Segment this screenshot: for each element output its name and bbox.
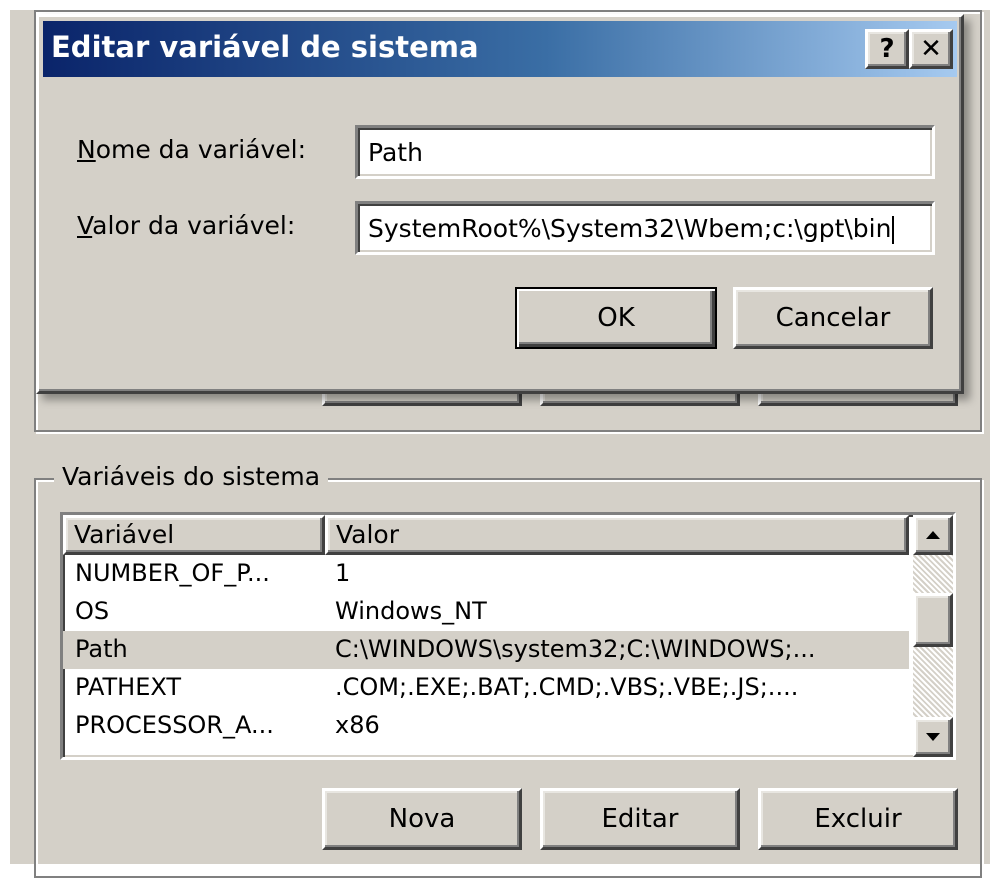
delete-variable-button[interactable]: Excluir xyxy=(758,788,958,850)
list-rows: NUMBER_OF_P... 1 OS Windows_NT Path C:\W… xyxy=(63,555,909,745)
variable-name-input[interactable]: Path xyxy=(355,125,935,179)
scroll-thumb[interactable] xyxy=(913,593,953,647)
list-item-selected[interactable]: Path C:\WINDOWS\system32;C:\WINDOWS;... xyxy=(63,631,909,669)
arrow-down-icon xyxy=(926,733,940,741)
value-label-rest: alor da variável: xyxy=(92,211,296,240)
arrow-up-icon xyxy=(926,531,940,539)
edit-variable-button[interactable]: Editar xyxy=(540,788,740,850)
row-variable-name: PATHEXT xyxy=(75,673,182,701)
list-item[interactable]: OS Windows_NT xyxy=(63,593,909,631)
name-label-rest: ome da variável: xyxy=(95,135,307,164)
list-item[interactable]: PATHEXT .COM;.EXE;.BAT;.CMD;.VBS;.VBE;.J… xyxy=(63,669,909,707)
scroll-up-button[interactable] xyxy=(913,515,953,555)
name-label-accel: N xyxy=(77,135,96,164)
list-item[interactable]: PROCESSOR_A... x86 xyxy=(63,707,909,745)
scroll-down-button[interactable] xyxy=(913,717,953,757)
close-icon: ✕ xyxy=(920,34,942,64)
dialog-title-bar[interactable]: Editar variável de sistema ? ✕ xyxy=(43,21,957,77)
value-label-accel: V xyxy=(77,211,93,240)
row-variable-name: PROCESSOR_A... xyxy=(75,711,274,739)
row-variable-name: OS xyxy=(75,597,110,625)
help-button[interactable]: ? xyxy=(865,29,909,69)
cancel-button[interactable]: Cancelar xyxy=(733,287,933,349)
list-item[interactable]: NUMBER_OF_P... 1 xyxy=(63,555,909,593)
text-caret xyxy=(892,216,895,244)
variable-value-label: Valor da variável: xyxy=(77,211,295,240)
system-variables-list[interactable]: Variável Valor NUMBER_OF_P... 1 OS Windo… xyxy=(60,512,956,760)
variable-value-text: SystemRoot%\System32\Wbem;c:\gpt\bin xyxy=(368,214,892,243)
system-variables-title: Variáveis do sistema xyxy=(54,462,329,491)
row-variable-value: x86 xyxy=(335,711,380,739)
close-button[interactable]: ✕ xyxy=(909,29,953,69)
list-scrollbar[interactable] xyxy=(913,515,953,757)
new-variable-button[interactable]: Nova xyxy=(322,788,522,850)
list-header: Variável Valor xyxy=(63,515,909,555)
help-icon: ? xyxy=(879,34,895,64)
row-variable-value: .COM;.EXE;.BAT;.CMD;.VBS;.VBE;.JS;.... xyxy=(335,673,799,701)
ok-button[interactable]: OK xyxy=(515,287,717,349)
dialog-title: Editar variável de sistema xyxy=(51,30,479,64)
row-variable-name: Path xyxy=(75,635,128,663)
column-header-variable[interactable]: Variável xyxy=(63,515,325,555)
variable-name-value: Path xyxy=(368,138,423,167)
cancel-button-label: Cancelar xyxy=(775,303,891,333)
row-variable-value: 1 xyxy=(335,559,351,587)
variable-value-input[interactable]: SystemRoot%\System32\Wbem;c:\gpt\bin xyxy=(355,201,935,255)
edit-system-variable-dialog: Editar variável de sistema ? ✕ Nome da v… xyxy=(36,14,964,394)
ok-button-label: OK xyxy=(597,303,635,333)
column-header-value[interactable]: Valor xyxy=(325,515,909,555)
row-variable-value: C:\WINDOWS\system32;C:\WINDOWS;... xyxy=(335,635,816,663)
variable-name-label: Nome da variável: xyxy=(77,135,306,164)
row-variable-value: Windows_NT xyxy=(335,597,487,625)
row-variable-name: NUMBER_OF_P... xyxy=(75,559,270,587)
